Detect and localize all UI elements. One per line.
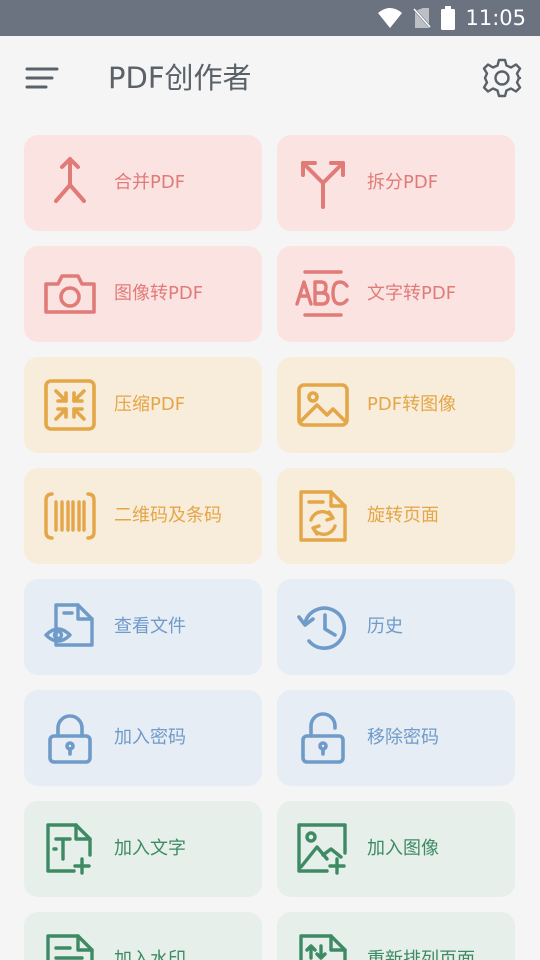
lock-icon <box>48 714 92 764</box>
status-time: 11:05 <box>465 6 526 30</box>
tool-label: 图像转PDF <box>114 283 204 304</box>
no-sim-icon <box>413 7 432 29</box>
tool-label: 文字转PDF <box>367 283 457 304</box>
wifi-icon <box>378 8 403 28</box>
settings-button[interactable] <box>480 56 524 100</box>
tool-add-watermark[interactable]: 加入水印 <box>24 912 262 960</box>
tool-pdf-to-image[interactable]: PDF转图像 <box>277 357 515 453</box>
tool-label: 移除密码 <box>367 727 439 748</box>
tool-label: 加入密码 <box>114 727 186 748</box>
tool-reorder-pages[interactable]: 重新排列页面 <box>277 912 515 960</box>
tool-merge-pdf[interactable]: 合并PDF <box>24 135 262 231</box>
tool-remove-password[interactable]: 移除密码 <box>277 690 515 786</box>
tool-label: 合并PDF <box>114 172 186 193</box>
gear-icon <box>482 58 522 98</box>
view-file-icon <box>44 603 94 647</box>
tool-label: 重新排列页面 <box>367 949 475 960</box>
tool-qr-barcode[interactable]: 二维码及条码 <box>24 468 262 564</box>
tool-label: 拆分PDF <box>367 172 439 193</box>
camera-icon <box>44 274 96 314</box>
tool-label: 加入文字 <box>114 838 186 859</box>
tool-label: 压缩PDF <box>114 394 186 415</box>
rotate-page-icon <box>299 490 347 542</box>
battery-icon <box>441 6 456 30</box>
add-image-icon <box>297 823 347 875</box>
tool-image-to-pdf[interactable]: 图像转PDF <box>24 246 262 342</box>
reorder-pages-icon <box>299 934 347 960</box>
tool-view-files[interactable]: 查看文件 <box>24 579 262 675</box>
page-title: PDF创作者 <box>108 61 252 95</box>
app-bar: PDF创作者 <box>0 36 540 120</box>
tool-label: 二维码及条码 <box>114 505 222 526</box>
compress-icon <box>44 379 96 431</box>
tool-label: 加入水印 <box>114 949 186 960</box>
unlock-icon <box>301 712 345 764</box>
split-icon <box>301 161 345 209</box>
history-icon <box>297 606 347 650</box>
watermark-icon <box>46 934 94 960</box>
menu-button[interactable] <box>22 58 62 98</box>
tool-label: 查看文件 <box>114 616 186 637</box>
tool-text-to-pdf[interactable]: 文字转PDF <box>277 246 515 342</box>
tool-rotate-pages[interactable]: 旋转页面 <box>277 468 515 564</box>
menu-icon <box>25 67 59 89</box>
tool-label: PDF转图像 <box>367 394 457 415</box>
tool-compress-pdf[interactable]: 压缩PDF <box>24 357 262 453</box>
tool-label: 历史 <box>367 616 403 637</box>
status-bar: 11:05 <box>0 0 540 36</box>
tool-label: 旋转页面 <box>367 505 439 526</box>
tool-label: 加入图像 <box>367 838 439 859</box>
tool-split-pdf[interactable]: 拆分PDF <box>277 135 515 231</box>
tool-add-text[interactable]: 加入文字 <box>24 801 262 897</box>
barcode-icon <box>44 492 96 540</box>
tool-add-image[interactable]: 加入图像 <box>277 801 515 897</box>
status-icons: 11:05 <box>377 0 526 36</box>
add-text-icon <box>46 823 92 875</box>
image-icon <box>297 383 349 427</box>
merge-icon <box>54 157 86 203</box>
abc-text-icon <box>295 270 349 317</box>
tool-add-password[interactable]: 加入密码 <box>24 690 262 786</box>
tool-history[interactable]: 历史 <box>277 579 515 675</box>
